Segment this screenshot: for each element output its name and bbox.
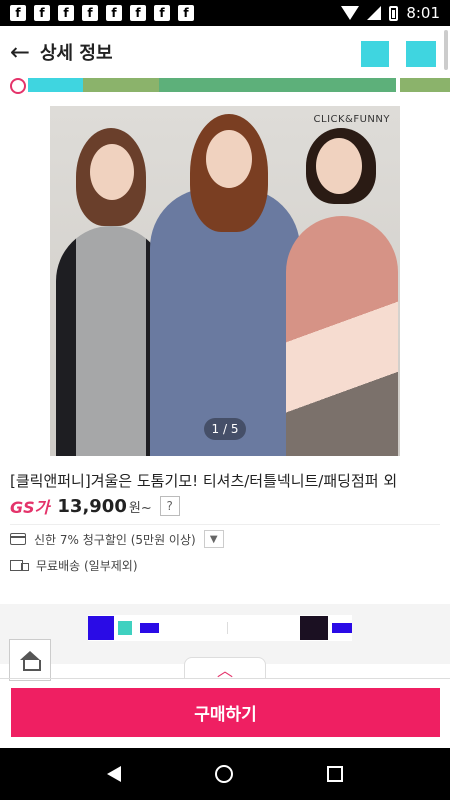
app-notification-icon: f <box>154 5 170 21</box>
tab-label-block[interactable] <box>332 623 352 633</box>
tab-icon[interactable] <box>88 616 114 640</box>
category-segment[interactable] <box>28 78 83 92</box>
app-header: ← 상세 정보 <box>0 26 450 78</box>
app-notification-icon: f <box>130 5 146 21</box>
chevron-down-icon[interactable]: ▼ <box>203 530 224 548</box>
divider <box>0 678 450 679</box>
model-face <box>206 130 252 188</box>
category-segment[interactable] <box>83 78 159 92</box>
app-notification-icon: f <box>10 5 26 21</box>
model-figure <box>286 216 398 456</box>
app-notification-icon: f <box>178 5 194 21</box>
app-notification-icon: f <box>34 5 50 21</box>
shop-logo: GS가 <box>10 498 50 517</box>
truck-icon <box>10 559 29 572</box>
image-page-indicator: 1 / 5 <box>204 418 246 440</box>
expand-panel-button[interactable]: ︿ <box>184 657 266 680</box>
chevron-up-icon: ︿ <box>216 660 233 680</box>
category-segment[interactable] <box>400 78 450 92</box>
category-strip <box>0 78 450 94</box>
price-unit: 원~ <box>128 500 152 516</box>
nav-back-icon[interactable] <box>107 766 121 782</box>
product-price: 13,900 <box>57 495 127 517</box>
cart-icon[interactable] <box>406 41 436 67</box>
credit-card-icon <box>10 533 26 545</box>
tab-icon[interactable] <box>117 621 132 635</box>
home-button[interactable] <box>9 639 51 681</box>
search-icon[interactable] <box>361 41 389 67</box>
card-discount-text: 신한 7% 청구할인 (5만원 이상) <box>34 532 196 547</box>
price-help-button[interactable]: ? <box>159 496 180 516</box>
tab-label-block[interactable] <box>139 623 160 633</box>
card-discount-row: 신한 7% 청구할인 (5만원 이상) ▼ <box>10 530 224 548</box>
signal-icon <box>367 6 382 20</box>
page-title: 상세 정보 <box>40 43 113 64</box>
scrollbar[interactable] <box>444 30 448 70</box>
shipping-text: 무료배송 (일부제외) <box>36 559 138 573</box>
detail-tab-bar <box>88 615 352 641</box>
screen: f f f f f f f f 8:01 ← 상세 정보 CLICK&FUNNY… <box>0 0 450 800</box>
buy-button[interactable]: 구매하기 <box>11 688 440 737</box>
tab-icon[interactable] <box>300 616 329 640</box>
system-nav-bar <box>0 748 450 800</box>
nav-home-icon[interactable] <box>215 765 233 783</box>
back-button[interactable]: ← <box>0 26 40 78</box>
status-right: 8:01 <box>341 4 440 22</box>
model-face <box>90 144 134 200</box>
shipping-row: 무료배송 (일부제외) <box>10 557 138 574</box>
home-icon <box>20 651 41 671</box>
tab-separator <box>227 622 229 634</box>
back-arrow-icon: ← <box>9 38 31 66</box>
price-row: GS가 13,900 원~ ? <box>10 494 180 518</box>
divider <box>10 524 440 525</box>
product-image[interactable]: CLICK&FUNNY 1 / 5 <box>50 106 400 456</box>
notification-icons: f f f f f f f f <box>10 5 194 21</box>
nav-recent-apps-icon[interactable] <box>327 766 343 782</box>
brand-mark: CLICK&FUNNY <box>313 114 390 125</box>
app-notification-icon: f <box>106 5 122 21</box>
model-face <box>316 138 362 194</box>
clock-time: 8:01 <box>406 4 440 22</box>
clock-icon[interactable] <box>0 78 28 94</box>
app-notification-icon: f <box>58 5 74 21</box>
product-title: [클릭앤퍼니]겨울은 도톰기모! 티셔츠/터틀넥니트/패딩점퍼 외 <box>10 472 398 490</box>
app-notification-icon: f <box>82 5 98 21</box>
battery-icon <box>389 5 399 21</box>
status-bar: f f f f f f f f 8:01 <box>0 0 450 26</box>
wifi-icon <box>341 6 360 20</box>
category-segment[interactable] <box>159 78 396 92</box>
